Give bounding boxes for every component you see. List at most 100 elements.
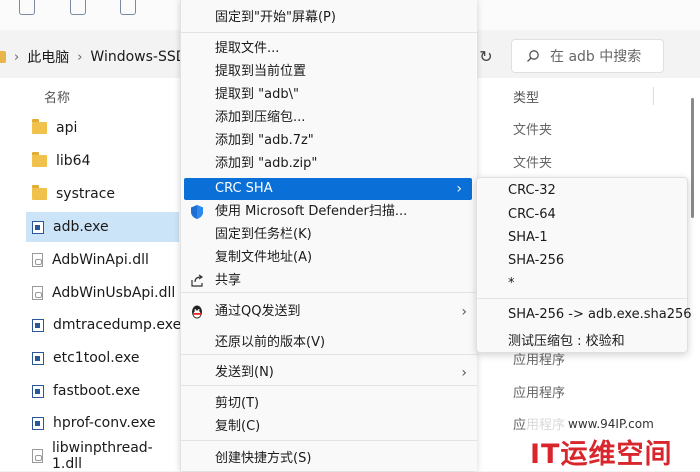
file-name: libwinpthread-1.dll bbox=[52, 440, 153, 472]
search-placeholder: 在 adb 中搜索 bbox=[550, 49, 642, 65]
submenu-item[interactable]: CRC-64 bbox=[508, 207, 556, 222]
menu-item-label: 复制(C) bbox=[215, 419, 261, 434]
rename-icon[interactable] bbox=[120, 0, 136, 15]
menu-item[interactable]: 共享 bbox=[181, 270, 477, 292]
chevron-right-icon: › bbox=[461, 365, 467, 381]
folder-icon bbox=[32, 152, 47, 167]
menu-item-label: 添加到 "adb.7z" bbox=[215, 133, 314, 148]
refresh-icon[interactable]: ↻ bbox=[475, 45, 497, 67]
menu-item-label: 剪切(T) bbox=[215, 396, 260, 411]
menu-item[interactable]: 固定到"开始"屏幕(P) bbox=[181, 7, 477, 29]
copy-icon[interactable] bbox=[19, 0, 35, 15]
submenu-item[interactable]: CRC-32 bbox=[508, 183, 556, 198]
menu-item-label: 通过QQ发送到 bbox=[215, 304, 301, 319]
file-row[interactable]: AdbWinUsbApi.dll bbox=[26, 278, 179, 308]
menu-separator bbox=[181, 440, 477, 441]
chevron-right-icon: › bbox=[456, 181, 462, 197]
menu-item-label: 提取文件... bbox=[215, 41, 280, 56]
file-row[interactable]: lib64 bbox=[26, 146, 179, 176]
file-row[interactable]: libwinpthread-1.dll bbox=[26, 440, 179, 472]
menu-item-label: 提取到当前位置 bbox=[215, 64, 307, 79]
shield-icon bbox=[191, 205, 203, 219]
column-divider[interactable] bbox=[653, 87, 654, 105]
chevron-right-icon: › bbox=[461, 304, 467, 320]
share-icon bbox=[191, 274, 204, 287]
dll-file-icon bbox=[32, 253, 43, 267]
menu-item[interactable]: 复制文件地址(A) bbox=[181, 247, 477, 269]
menu-item[interactable]: 添加到压缩包... bbox=[181, 107, 477, 129]
exe-file-icon bbox=[32, 384, 44, 398]
scrollbar[interactable] bbox=[691, 98, 694, 218]
menu-item[interactable]: CRC SHA › bbox=[184, 178, 472, 200]
search-input[interactable]: 在 adb 中搜索 bbox=[511, 39, 664, 73]
dll-file-icon bbox=[32, 449, 43, 463]
menu-item[interactable]: 提取到 "adb\" bbox=[181, 84, 477, 106]
menu-item-label: 创建快捷方式(S) bbox=[215, 451, 312, 466]
paste-icon[interactable] bbox=[70, 0, 86, 15]
file-row[interactable]: api bbox=[26, 113, 179, 143]
file-row[interactable]: hprof-conv.exe bbox=[26, 408, 179, 438]
menu-item-label: 共享 bbox=[215, 273, 242, 288]
file-row[interactable]: dmtracedump.exe bbox=[26, 310, 182, 340]
file-name: hprof-conv.exe bbox=[53, 415, 156, 431]
folder-icon bbox=[32, 185, 47, 200]
exe-file-icon bbox=[32, 318, 44, 332]
menu-item-label: 还原以前的版本(V) bbox=[215, 335, 326, 350]
submenu-item[interactable]: SHA-256 bbox=[508, 253, 564, 268]
file-name: systrace bbox=[56, 186, 116, 202]
chevron-right-icon: › bbox=[77, 49, 83, 65]
column-header-name[interactable]: 名称 bbox=[44, 87, 70, 106]
crc-sha-submenu: CRC-32 CRC-64 SHA-1 SHA-256 * SHA-256 -> adb.… bbox=[476, 177, 692, 353]
menu-item[interactable]: 固定到任务栏(K) bbox=[181, 224, 477, 246]
menu-item[interactable]: 提取文件... bbox=[181, 38, 477, 60]
menu-separator bbox=[181, 32, 477, 33]
menu-item-label: 添加到压缩包... bbox=[215, 110, 306, 125]
watermark-brand: IT运维空间 bbox=[530, 439, 673, 470]
submenu-item[interactable]: SHA-256 -> adb.exe.sha256 bbox=[508, 307, 692, 322]
menu-item[interactable]: 提取到当前位置 bbox=[181, 61, 477, 83]
file-row[interactable]: AdbWinApi.dll bbox=[26, 245, 179, 275]
dll-file-icon bbox=[32, 286, 43, 300]
column-header-type[interactable]: 类型 bbox=[513, 87, 539, 106]
menu-separator bbox=[477, 298, 687, 299]
file-name: lib64 bbox=[56, 153, 91, 169]
menu-separator bbox=[181, 354, 477, 355]
file-row[interactable]: adb.exe bbox=[26, 212, 179, 242]
context-menu: 固定到"开始"屏幕(P) 提取文件... 提取到当前位置提取到 "adb\" 添加到压… bbox=[180, 0, 477, 471]
menu-item[interactable]: 添加到 "adb.7z" bbox=[181, 130, 477, 152]
submenu-item[interactable]: 测试压缩包 : 校验和 bbox=[508, 330, 625, 349]
menu-item[interactable]: 发送到(N) › bbox=[181, 362, 477, 384]
menu-item[interactable]: 添加到 "adb.zip" bbox=[181, 153, 477, 175]
menu-item[interactable]: 使用 Microsoft Defender扫描... bbox=[181, 201, 477, 223]
file-name: AdbWinApi.dll bbox=[52, 252, 149, 268]
menu-item-label: 固定到任务栏(K) bbox=[215, 227, 312, 242]
file-name: adb.exe bbox=[53, 219, 109, 235]
file-name: api bbox=[56, 120, 78, 136]
menu-item-label: 发送到(N) bbox=[215, 365, 274, 380]
menu-item[interactable]: 还原以前的版本(V) bbox=[181, 332, 477, 354]
breadcrumb: › 此电脑 › Windows-SSD bbox=[0, 39, 187, 75]
menu-item[interactable]: 通过QQ发送到 › bbox=[181, 301, 477, 323]
menu-item-label: 复制文件地址(A) bbox=[215, 250, 313, 265]
file-name: AdbWinUsbApi.dll bbox=[52, 285, 176, 301]
submenu-item[interactable]: SHA-1 bbox=[508, 230, 548, 245]
breadcrumb-this-pc[interactable]: 此电脑 bbox=[27, 47, 69, 67]
file-row[interactable]: fastboot.exe bbox=[26, 376, 179, 406]
file-name: dmtracedump.exe bbox=[53, 317, 182, 333]
breadcrumb-windows-ssd[interactable]: Windows-SSD bbox=[90, 49, 186, 65]
menu-item[interactable]: 剪切(T) bbox=[181, 393, 477, 415]
file-type: 文件夹 bbox=[513, 156, 553, 171]
exe-file-icon bbox=[32, 416, 44, 430]
menu-item-label: 添加到 "adb.zip" bbox=[215, 156, 318, 171]
file-row[interactable]: etc1tool.exe bbox=[26, 343, 179, 373]
submenu-item[interactable]: * bbox=[508, 276, 515, 291]
menu-item[interactable]: 复制(C) bbox=[181, 416, 477, 438]
menu-item[interactable]: 创建快捷方式(S) bbox=[181, 448, 477, 470]
file-type: 文件夹 bbox=[513, 123, 553, 138]
menu-separator bbox=[181, 292, 477, 293]
search-icon bbox=[527, 50, 539, 62]
menu-item-label: CRC SHA bbox=[215, 181, 273, 196]
file-row[interactable]: systrace bbox=[26, 179, 179, 209]
folder-icon bbox=[32, 119, 47, 134]
watermark-url: www.94IP.com bbox=[568, 417, 654, 431]
